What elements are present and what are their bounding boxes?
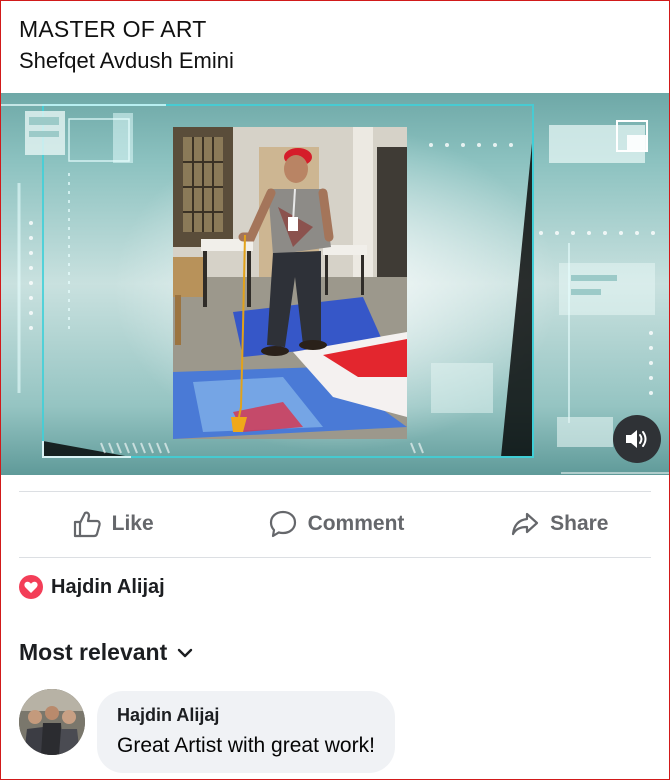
share-button[interactable]: Share [448,501,669,547]
comment-author[interactable]: Hajdin Alijaj [117,703,375,727]
share-arrow-icon [512,512,539,536]
chevron-down-icon [178,648,193,657]
comment-item: Hajdin Alijaj Great Artist with great wo… [19,689,395,773]
comments-sort-label: Most relevant [19,639,168,665]
post-header: MASTER OF ART Shefqet Avdush Emini [19,15,234,76]
comment-label: Comment [307,512,405,535]
video-player[interactable] [1,93,669,475]
comments-sort-dropdown[interactable]: Most relevant [19,639,193,666]
reactor-name: Hajdin Alijaj [51,575,165,598]
comment-bubble: Hajdin Alijaj Great Artist with great wo… [97,691,395,773]
post-actions-bar: Like Comment Share [1,501,669,547]
avatar[interactable] [19,689,85,755]
sound-toggle-button[interactable] [613,415,661,463]
speaker-icon [626,430,647,448]
actions-bottom-divider [19,557,651,558]
post-card: MASTER OF ART Shefqet Avdush Emini Like … [0,0,670,780]
reactions-summary[interactable]: Hajdin Alijaj [19,575,165,599]
comment-text: Great Artist with great work! [117,734,375,757]
artist-painting-photo [173,127,407,439]
like-label: Like [111,512,154,535]
share-label: Share [550,512,609,535]
thumbs-up-icon [73,511,101,538]
post-author[interactable]: Shefqet Avdush Emini [19,46,234,76]
comment-button[interactable]: Comment [224,501,447,547]
like-button[interactable]: Like [1,501,224,547]
heart-icon [19,575,43,599]
comment-bubble-icon [269,510,296,538]
post-title: MASTER OF ART [19,16,207,42]
actions-top-divider [19,491,651,492]
artist-photo-illustration [173,127,407,439]
